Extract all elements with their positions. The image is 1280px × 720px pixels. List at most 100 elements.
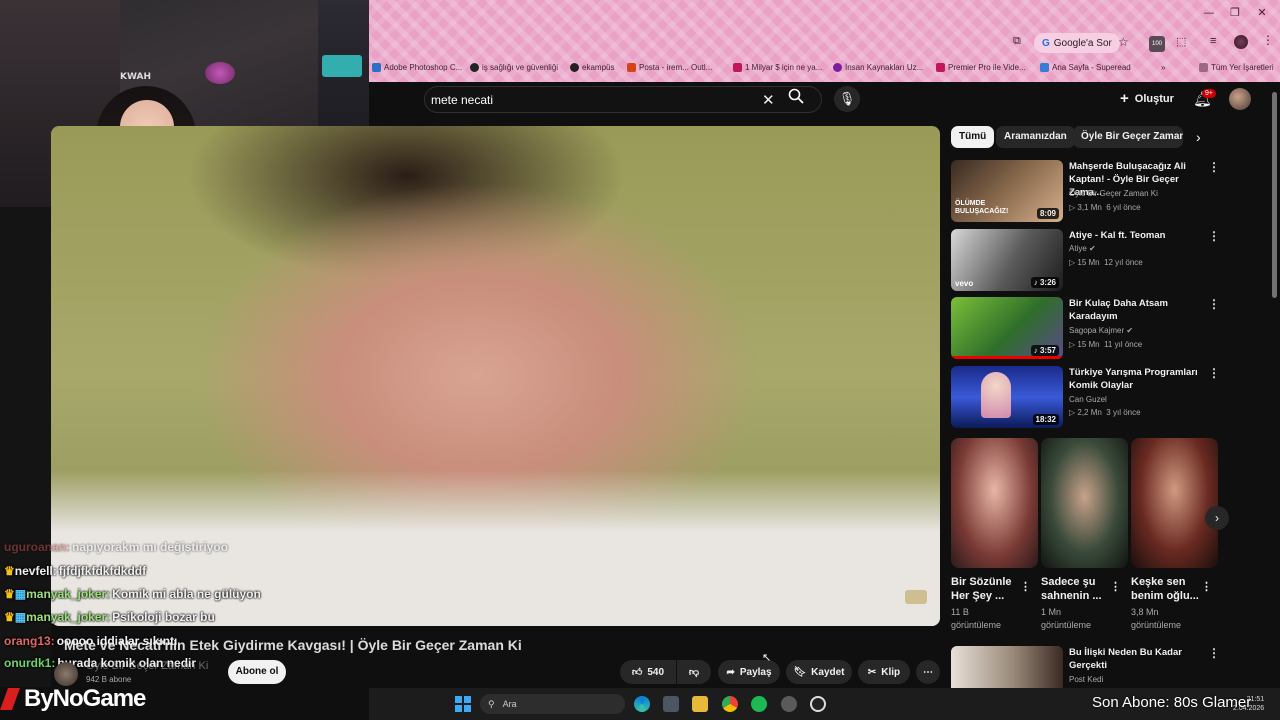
file-explorer-icon[interactable] bbox=[692, 696, 708, 712]
channel-name[interactable]: Öyle Bir Geçer Zaman Ki bbox=[86, 660, 208, 672]
channel-name[interactable]: Sagopa Kajmer ✔ bbox=[1069, 326, 1133, 335]
brand-logo-icon bbox=[0, 688, 20, 710]
chat-message: ♛▦manyak_joker: Komik mi abla ne gülüyon bbox=[4, 587, 261, 601]
shorts-next-icon[interactable]: › bbox=[1205, 506, 1229, 530]
video-title[interactable]: Atiye - Kal ft. Teoman bbox=[1069, 229, 1205, 242]
channel-name[interactable]: Post Kedi bbox=[1069, 675, 1103, 684]
bookmark-item[interactable]: Adobe Photoshop C... bbox=[372, 60, 462, 74]
menu-icon[interactable]: ⋮ bbox=[1262, 33, 1274, 47]
video-meta: ▷ 15 Mn 12 yıl önce bbox=[1069, 258, 1143, 267]
watch-progress-bar bbox=[951, 356, 1063, 359]
video-title[interactable]: Bu İlişki Neden Bu Kadar Gerçekti bbox=[1069, 646, 1205, 672]
bookmark-item[interactable]: Premier Pro ile Vide... bbox=[936, 60, 1026, 74]
video-title[interactable]: Bir Kulaç Daha Atsam Karadayım bbox=[1069, 297, 1205, 323]
bookmark-star-icon[interactable]: ☆ bbox=[1118, 35, 1129, 49]
create-button[interactable]: + Oluştur bbox=[1120, 90, 1174, 107]
more-options-icon[interactable]: ⋮ bbox=[1208, 646, 1220, 660]
short-views: 1 Mn görüntüleme bbox=[1041, 607, 1092, 630]
save-button[interactable]: 🔖︎ Kaydet bbox=[786, 660, 852, 684]
short-title[interactable]: Keşke sen benim oğlu... bbox=[1131, 575, 1211, 603]
short-title[interactable]: Bir Sözünle Her Şey ... bbox=[951, 575, 1031, 603]
video-title[interactable]: Türkiye Yarışma Programları Komik Olayla… bbox=[1069, 366, 1205, 392]
google-sor-button[interactable]: G Google'a Sor bbox=[1034, 33, 1120, 53]
folder-icon bbox=[1199, 62, 1208, 72]
video-thumbnail[interactable]: vevo ♪ 3:26 bbox=[951, 229, 1063, 291]
chrome-icon[interactable] bbox=[722, 696, 738, 712]
close-window-icon[interactable]: ✕ bbox=[1252, 6, 1272, 20]
app-icon[interactable] bbox=[781, 696, 797, 712]
short-thumbnail[interactable] bbox=[1041, 438, 1128, 568]
channel-name[interactable]: Öyle Bir Geçer Zaman Ki bbox=[1069, 189, 1158, 198]
windows-start-icon[interactable] bbox=[455, 696, 471, 712]
clear-search-icon[interactable]: ✕ bbox=[762, 91, 775, 109]
page-scrollbar[interactable] bbox=[1272, 92, 1277, 298]
maximize-icon[interactable]: ❐ bbox=[1225, 6, 1245, 20]
bookmark-favicon bbox=[733, 62, 742, 72]
media-icon[interactable]: ≡ bbox=[1210, 35, 1216, 47]
extension-badge-icon[interactable]: 100 bbox=[1149, 36, 1165, 52]
channel-avatar[interactable] bbox=[54, 662, 78, 686]
plus-icon: + bbox=[1120, 90, 1129, 107]
bookmark-item[interactable]: İnsan Kaynakları Uz... bbox=[833, 60, 923, 74]
video-thumbnail[interactable]: ♪ 3:57 bbox=[951, 297, 1063, 359]
video-thumbnail[interactable] bbox=[951, 646, 1063, 688]
channel-name[interactable]: Atiye ✔ bbox=[1069, 244, 1096, 253]
more-actions-button[interactable]: ⋯ bbox=[916, 660, 940, 684]
bookmark-item[interactable]: iş sağlığı ve güvenliği bbox=[470, 60, 558, 74]
spotify-icon[interactable] bbox=[751, 696, 767, 712]
account-avatar[interactable] bbox=[1229, 88, 1251, 110]
video-thumbnail[interactable]: 18:32 bbox=[951, 366, 1063, 428]
more-options-icon[interactable]: ⋮ bbox=[1020, 580, 1031, 593]
channel-name[interactable]: Can Guzel bbox=[1069, 395, 1107, 404]
chat-message: ♛nevfell: fjfdjfkfdkfdkddf bbox=[4, 564, 147, 578]
cam-sign: KWAH bbox=[120, 72, 151, 82]
more-options-icon[interactable]: ⋮ bbox=[1208, 297, 1220, 311]
store-icon[interactable] bbox=[663, 696, 679, 712]
more-options-icon[interactable]: ⋮ bbox=[1208, 160, 1220, 174]
badge-icon: ▦ bbox=[14, 587, 27, 601]
bookmark-favicon bbox=[627, 62, 636, 72]
chat-message: ♛▦manyak_joker: Psikoloji bozar bu bbox=[4, 610, 215, 624]
all-bookmarks[interactable]: Tüm Yer İşaretleri bbox=[1199, 60, 1274, 74]
crown-icon: ♛ bbox=[4, 564, 15, 578]
badge-icon: ▦ bbox=[14, 610, 27, 624]
bookmark-item[interactable]: Ana Sayfa - Superead bbox=[1040, 60, 1131, 74]
bookmark-item[interactable]: ekampüs bbox=[570, 60, 614, 74]
more-icon: ⋯ bbox=[923, 666, 933, 678]
chip-next-icon[interactable]: › bbox=[1196, 129, 1201, 145]
edge-icon[interactable] bbox=[634, 696, 650, 712]
install-app-icon[interactable]: ⧉ bbox=[1013, 35, 1021, 48]
like-button[interactable]: 👍︎ 540 bbox=[620, 660, 676, 684]
extensions-icon[interactable]: ⬚ bbox=[1176, 35, 1186, 48]
more-options-icon[interactable]: ⋮ bbox=[1208, 229, 1220, 243]
bookmark-item[interactable]: 1 Milyar $ için ne ya... bbox=[733, 60, 822, 74]
taskbar-search[interactable]: ⚲ Ara bbox=[480, 694, 625, 714]
bookmark-item[interactable]: Posta - irem... Outl... bbox=[627, 60, 712, 74]
microphone-icon[interactable]: 🎙 bbox=[834, 86, 860, 112]
crown-icon: ♛ bbox=[4, 610, 15, 624]
subscribe-button[interactable]: Abone ol bbox=[228, 660, 286, 684]
bookmark-favicon bbox=[470, 62, 479, 72]
profile-avatar[interactable] bbox=[1234, 35, 1248, 49]
dislike-button[interactable]: 👎︎ bbox=[677, 660, 711, 684]
bookmarks-overflow-icon[interactable]: » bbox=[1161, 60, 1165, 74]
minimize-icon[interactable]: — bbox=[1199, 6, 1219, 20]
search-icon[interactable] bbox=[788, 88, 816, 110]
more-options-icon[interactable]: ⋮ bbox=[1208, 366, 1220, 380]
short-thumbnail[interactable] bbox=[1131, 438, 1218, 568]
chip-all[interactable]: Tümü bbox=[951, 126, 995, 148]
short-thumbnail[interactable] bbox=[951, 438, 1038, 568]
short-title[interactable]: Sadece şu sahnenin ... bbox=[1041, 575, 1121, 603]
bookmark-favicon bbox=[372, 62, 381, 72]
more-options-icon[interactable]: ⋮ bbox=[1201, 580, 1212, 593]
obs-icon[interactable] bbox=[810, 696, 826, 712]
video-meta: ▷ 15 Mn 11 yıl önce bbox=[1069, 340, 1143, 349]
verified-icon: ✔ bbox=[1126, 326, 1134, 335]
chip-from-search[interactable]: Aramanızdan bbox=[996, 126, 1075, 148]
video-thumbnail[interactable]: ÖLÜMDE BULUŞACAĞIZ! 8:09 bbox=[951, 160, 1063, 222]
bookmark-icon: 🔖︎ bbox=[793, 666, 807, 678]
mouse-cursor-icon: ↖ bbox=[762, 652, 772, 664]
more-options-icon[interactable]: ⋮ bbox=[1110, 580, 1121, 593]
chip-channel[interactable]: Öyle Bir Geçer Zaman Ki bbox=[1073, 126, 1183, 148]
clip-button[interactable]: ✂ Klip bbox=[858, 660, 910, 684]
